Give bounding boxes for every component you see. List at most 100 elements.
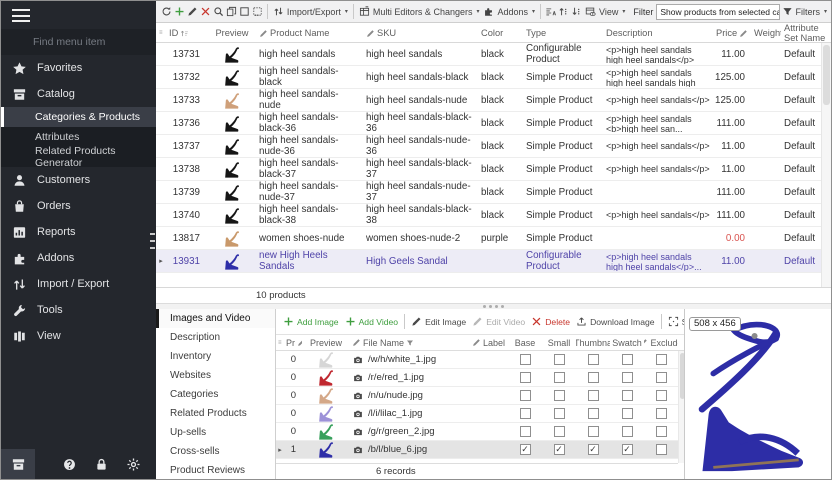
product-row-13931[interactable]: ▸13931new High Heels SandalsHigh Geels S… (156, 250, 831, 273)
refresh-button[interactable] (160, 3, 173, 21)
swatch-checkbox[interactable] (622, 390, 633, 401)
edit-button[interactable] (186, 3, 199, 21)
sidebar-item-customers[interactable]: Customers (1, 167, 156, 193)
base-checkbox[interactable] (520, 372, 531, 383)
small-checkbox[interactable]: ✓ (554, 444, 565, 455)
search-button[interactable] (212, 3, 225, 21)
exclude-checkbox[interactable] (656, 390, 667, 401)
exclude-checkbox[interactable] (656, 372, 667, 383)
col-header-exclude[interactable]: Exclude (644, 335, 678, 350)
col-header-swatch[interactable]: Swatch (610, 335, 644, 350)
zoom-in-icon[interactable] (813, 445, 826, 458)
add-video-button[interactable]: Add Video (342, 313, 402, 331)
exclude-checkbox[interactable] (656, 426, 667, 437)
sidebar-bottom-settings-icon[interactable] (117, 449, 149, 479)
thumbnail-checkbox[interactable] (588, 390, 599, 401)
rotate-icon[interactable] (813, 423, 826, 436)
col-header-color[interactable]: Color (478, 24, 523, 42)
image-row-nude-jpg[interactable]: 0/n/u/nude.jpg (276, 387, 686, 405)
col-header-thumbnail[interactable]: Thumbna (576, 335, 610, 350)
swatch-checkbox[interactable]: ✓ (622, 444, 633, 455)
multi-editors-changers-dropdown[interactable]: Multi Editors & Changers▾ (357, 3, 482, 21)
sidebar-item-orders[interactable]: Orders (1, 193, 156, 219)
thumbnail-checkbox[interactable] (588, 372, 599, 383)
tab-product-reviews[interactable]: Product Reviews (156, 461, 275, 480)
tab-images-and-video[interactable]: Images and Video (156, 309, 275, 328)
external-link-icon[interactable] (813, 341, 826, 354)
sidebar-item-reports[interactable]: Reports (1, 219, 156, 245)
col-header-label[interactable]: Label (470, 335, 508, 350)
tab-categories[interactable]: Categories (156, 385, 275, 404)
set-resize-rule-button[interactable]: Set Resize Rule (665, 313, 686, 331)
sidebar-item-categories-products[interactable]: Categories & Products (1, 107, 156, 127)
select-cells-button[interactable] (251, 3, 264, 21)
base-checkbox[interactable] (520, 354, 531, 365)
checkbox-button[interactable] (238, 3, 251, 21)
import-export-dropdown[interactable]: Import/Export▾ (271, 3, 350, 21)
category-filter-select[interactable]: Show products from selected categories▾ (656, 4, 779, 20)
sidebar-bottom-store-icon[interactable] (1, 449, 35, 479)
tab-description[interactable]: Description (156, 328, 275, 347)
image-row-red-1-jpg[interactable]: 0/r/e/red_1.jpg (276, 369, 686, 387)
col-header-base[interactable]: Base (508, 335, 542, 350)
small-checkbox[interactable] (554, 426, 565, 437)
add-button[interactable] (173, 3, 186, 21)
sidebar-bottom-lock-icon[interactable] (85, 449, 117, 479)
thumbnail-checkbox[interactable]: ✓ (588, 444, 599, 455)
tab-related-products[interactable]: Related Products (156, 404, 275, 423)
filters-dropdown[interactable]: Filters▾ (780, 3, 830, 21)
col-header-weight[interactable]: Weight (751, 24, 781, 42)
tab-cross-sells[interactable]: Cross-sells (156, 442, 275, 461)
zoom-out-icon[interactable] (813, 465, 826, 478)
base-checkbox[interactable] (520, 426, 531, 437)
product-row-13736[interactable]: 13736high heel sandals-black-36high heel… (156, 112, 831, 135)
col-header-id[interactable]: ID (166, 24, 208, 42)
col-header-small[interactable]: Small (542, 335, 576, 350)
products-scrollbar[interactable] (821, 43, 831, 287)
sidebar-search-input[interactable]: Find menu item (1, 29, 156, 55)
tab-inventory[interactable]: Inventory (156, 347, 275, 366)
base-checkbox[interactable] (520, 390, 531, 401)
exclude-checkbox[interactable] (656, 408, 667, 419)
copy-button[interactable] (225, 3, 238, 21)
image-row-lilac-1-jpg[interactable]: 0/l/i/lilac_1.jpg (276, 405, 686, 423)
col-header-attribute-set[interactable]: Attribute Set Name (781, 24, 832, 42)
image-row-blue-6-jpg[interactable]: ▸1/b/l/blue_6.jpg✓✓✓✓ (276, 441, 686, 459)
sidebar-item-view[interactable]: View (1, 323, 156, 349)
exclude-checkbox[interactable] (656, 444, 667, 455)
edit-image-button[interactable]: Edit Image (408, 313, 469, 331)
product-row-13738[interactable]: 13738high heel sandals-black-37high heel… (156, 158, 831, 181)
sidebar-item-favorites[interactable]: Favorites (1, 55, 156, 81)
sidebar-splitter-grip[interactable] (150, 233, 155, 249)
product-row-13732[interactable]: 13732high heel sandals-blackhigh heel sa… (156, 66, 831, 89)
thumbnail-checkbox[interactable] (588, 408, 599, 419)
text-rule-button[interactable] (544, 3, 557, 21)
small-checkbox[interactable] (554, 372, 565, 383)
col-header-position[interactable]: Pr (284, 335, 302, 350)
col-header-preview[interactable]: Preview (208, 24, 256, 42)
sidebar-item-addons[interactable]: Addons (1, 245, 156, 271)
delete-button[interactable]: Delete (528, 313, 573, 331)
swatch-checkbox[interactable] (622, 354, 633, 365)
sidebar-item-tools[interactable]: Tools (1, 297, 156, 323)
sidebar-item-catalog[interactable]: Catalog (1, 81, 156, 107)
base-checkbox[interactable] (520, 408, 531, 419)
hamburger-menu-icon[interactable] (12, 9, 30, 22)
product-row-13739[interactable]: 13739high heel sandals-nude-37high heel … (156, 181, 831, 204)
base-checkbox[interactable]: ✓ (520, 444, 531, 455)
add-image-button[interactable]: Add Image (280, 313, 342, 331)
small-checkbox[interactable] (554, 390, 565, 401)
sidebar-item-related-products-generator[interactable]: Related Products Generator (1, 147, 156, 167)
thumbnail-checkbox[interactable] (588, 354, 599, 365)
small-checkbox[interactable] (554, 408, 565, 419)
sort-up-button[interactable] (557, 3, 570, 21)
delete-button[interactable] (199, 3, 212, 21)
sort-down-button[interactable] (570, 3, 583, 21)
col-header-preview[interactable]: Preview (302, 335, 350, 350)
sidebar-bottom-help-icon[interactable] (53, 449, 85, 479)
product-row-13817[interactable]: 13817women shoes-nudewomen shoes-nude-2p… (156, 227, 831, 250)
view-dropdown[interactable]: View▾ (583, 3, 627, 21)
sidebar-item-import-export[interactable]: Import / Export (1, 271, 156, 297)
col-header-type[interactable]: Type (523, 24, 603, 42)
col-header-file-name[interactable]: File Name (350, 335, 470, 350)
